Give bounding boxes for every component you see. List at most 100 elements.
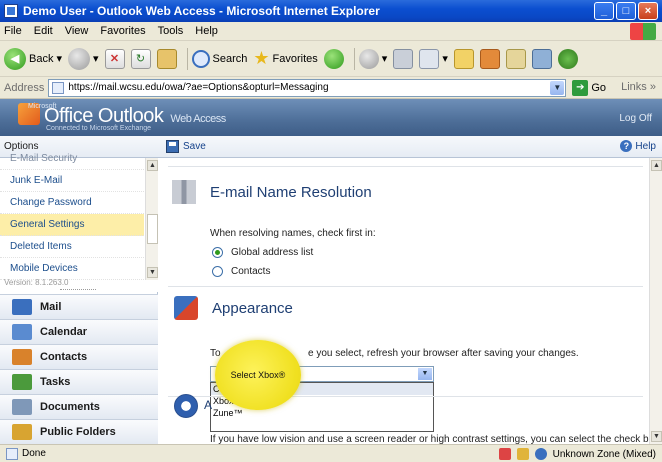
highlight-label: Select Xbox®	[230, 370, 286, 380]
options-list: E-Mail Security Junk E-Mail Change Passw…	[0, 153, 158, 292]
option-change-password[interactable]: Change Password	[0, 192, 144, 214]
menu-edit[interactable]: Edit	[34, 25, 53, 37]
theme-dropdown-icon[interactable]: ▼	[418, 368, 432, 380]
close-button[interactable]: ×	[638, 2, 658, 20]
address-bar: Address https://mail.wcsu.edu/owa/?ae=Op…	[0, 77, 662, 99]
nav-tasks-label: Tasks	[40, 376, 71, 388]
forward-dropdown-icon[interactable]: ▾	[93, 52, 99, 65]
public-folders-icon	[12, 424, 32, 440]
radio-unselected-icon[interactable]	[212, 266, 223, 277]
theme-option-zune[interactable]: Zune™	[211, 407, 433, 419]
history-dropdown-icon[interactable]: ▾	[382, 52, 388, 65]
option-junk-email[interactable]: Junk E-Mail	[0, 170, 144, 192]
forward-button[interactable]: ▾	[68, 47, 99, 70]
library-button[interactable]	[531, 48, 552, 69]
content-scrollbar[interactable]: ▲ ▼	[649, 158, 662, 444]
help-icon: ?	[620, 140, 633, 152]
window-controls: _ □ ×	[594, 2, 658, 20]
section-title-name-resolution: E-mail Name Resolution	[210, 184, 372, 201]
contacts-icon	[12, 349, 32, 365]
stop-icon: ✕	[104, 48, 125, 69]
refresh-button[interactable]: ↻	[130, 48, 151, 69]
content-scroll-down-icon[interactable]: ▼	[651, 431, 662, 442]
menu-help[interactable]: Help	[195, 25, 218, 37]
save-icon	[166, 140, 179, 153]
section-title-appearance: Appearance	[212, 300, 293, 317]
address-label: Address	[4, 81, 45, 94]
help-button[interactable]: ? Help	[620, 140, 656, 152]
window-title: Demo User - Outlook Web Access - Microso…	[23, 4, 380, 18]
back-dropdown-icon[interactable]: ▾	[56, 52, 62, 65]
section-divider	[168, 286, 643, 287]
edit-dropdown-icon[interactable]: ▾	[442, 52, 448, 65]
address-dropdown-icon[interactable]: ▼	[550, 80, 565, 95]
history-icon	[358, 48, 379, 69]
radio-global-address-list[interactable]: Global address list	[212, 247, 313, 258]
lock-icon	[516, 448, 529, 460]
appearance-text-start: To	[210, 348, 221, 359]
messenger-people-button[interactable]	[557, 48, 578, 69]
tasks-icon	[12, 374, 32, 390]
back-button[interactable]: ◀ Back ▾	[4, 47, 62, 70]
menu-file[interactable]: File	[4, 25, 22, 37]
option-email-security[interactable]: E-Mail Security	[0, 148, 144, 170]
scroll-down-icon[interactable]: ▼	[147, 267, 158, 278]
menu-favorites[interactable]: Favorites	[100, 25, 145, 37]
nav-tasks[interactable]: Tasks	[0, 369, 158, 394]
save-button[interactable]: Save	[166, 140, 206, 153]
print-icon	[393, 48, 414, 69]
search-label: Search	[212, 52, 248, 65]
address-input[interactable]: https://mail.wcsu.edu/owa/?ae=Options&op…	[48, 78, 567, 97]
option-mobile-devices[interactable]: Mobile Devices	[0, 258, 144, 280]
search-button[interactable]: Search	[191, 49, 248, 68]
owa-title-suffix: Web Access	[170, 113, 226, 125]
options-scrollbar[interactable]: ▲ ▼	[145, 158, 158, 280]
favorites-button[interactable]: ★ Favorites	[253, 48, 317, 69]
nav-mail-label: Mail	[40, 301, 62, 313]
nav-contacts-label: Contacts	[40, 351, 88, 363]
scroll-thumb[interactable]	[147, 214, 158, 244]
nav-documents[interactable]: Documents	[0, 394, 158, 419]
appearance-text-end: e you select, refresh your browser after…	[308, 348, 579, 359]
history-button[interactable]: ▾	[358, 48, 388, 69]
folder-button[interactable]	[453, 48, 474, 69]
print-button[interactable]	[393, 48, 414, 69]
sidebar: E-Mail Security Junk E-Mail Change Passw…	[0, 153, 158, 444]
go-button[interactable]: ➔ Go	[572, 79, 607, 96]
media-button[interactable]	[323, 48, 344, 69]
toolbar-separator	[186, 47, 188, 70]
scroll-up-icon[interactable]: ▲	[147, 160, 158, 171]
star-icon: ★	[253, 48, 270, 68]
maximize-button[interactable]: □	[616, 2, 636, 20]
menu-view[interactable]: View	[65, 25, 89, 37]
option-deleted-items[interactable]: Deleted Items	[0, 236, 144, 258]
messenger-button[interactable]	[479, 48, 500, 69]
radio-selected-icon[interactable]	[212, 247, 223, 258]
links-button[interactable]: Links »	[621, 81, 656, 93]
option-general-settings[interactable]: General Settings	[0, 214, 144, 236]
ie-icon	[4, 4, 18, 18]
done-page-icon	[6, 447, 18, 460]
research-button[interactable]	[505, 48, 526, 69]
owa-header: Microsoft Office Outlook Web Access Conn…	[0, 99, 662, 136]
nav-contacts[interactable]: Contacts	[0, 344, 158, 369]
nav-mail[interactable]: Mail	[0, 294, 158, 319]
section-divider	[168, 166, 643, 167]
content-scroll-up-icon[interactable]: ▲	[651, 160, 662, 171]
edit-button[interactable]: ▾	[419, 48, 448, 69]
minimize-button[interactable]: _	[594, 2, 614, 20]
radio-contacts[interactable]: Contacts	[212, 266, 270, 277]
status-done: Done	[22, 448, 46, 459]
search-icon	[191, 49, 210, 68]
stop-button[interactable]: ✕	[104, 48, 125, 69]
nav-public-folders[interactable]: Public Folders	[0, 419, 158, 444]
favorites-label: Favorites	[272, 52, 318, 65]
edit-icon	[419, 48, 440, 69]
go-label: Go	[591, 81, 607, 94]
log-off-link[interactable]: Log Off	[619, 113, 652, 124]
documents-icon	[12, 399, 32, 415]
nav-calendar[interactable]: Calendar	[0, 319, 158, 344]
home-button[interactable]	[156, 48, 177, 69]
menu-tools[interactable]: Tools	[158, 25, 184, 37]
splitter-grip[interactable]	[60, 289, 96, 291]
